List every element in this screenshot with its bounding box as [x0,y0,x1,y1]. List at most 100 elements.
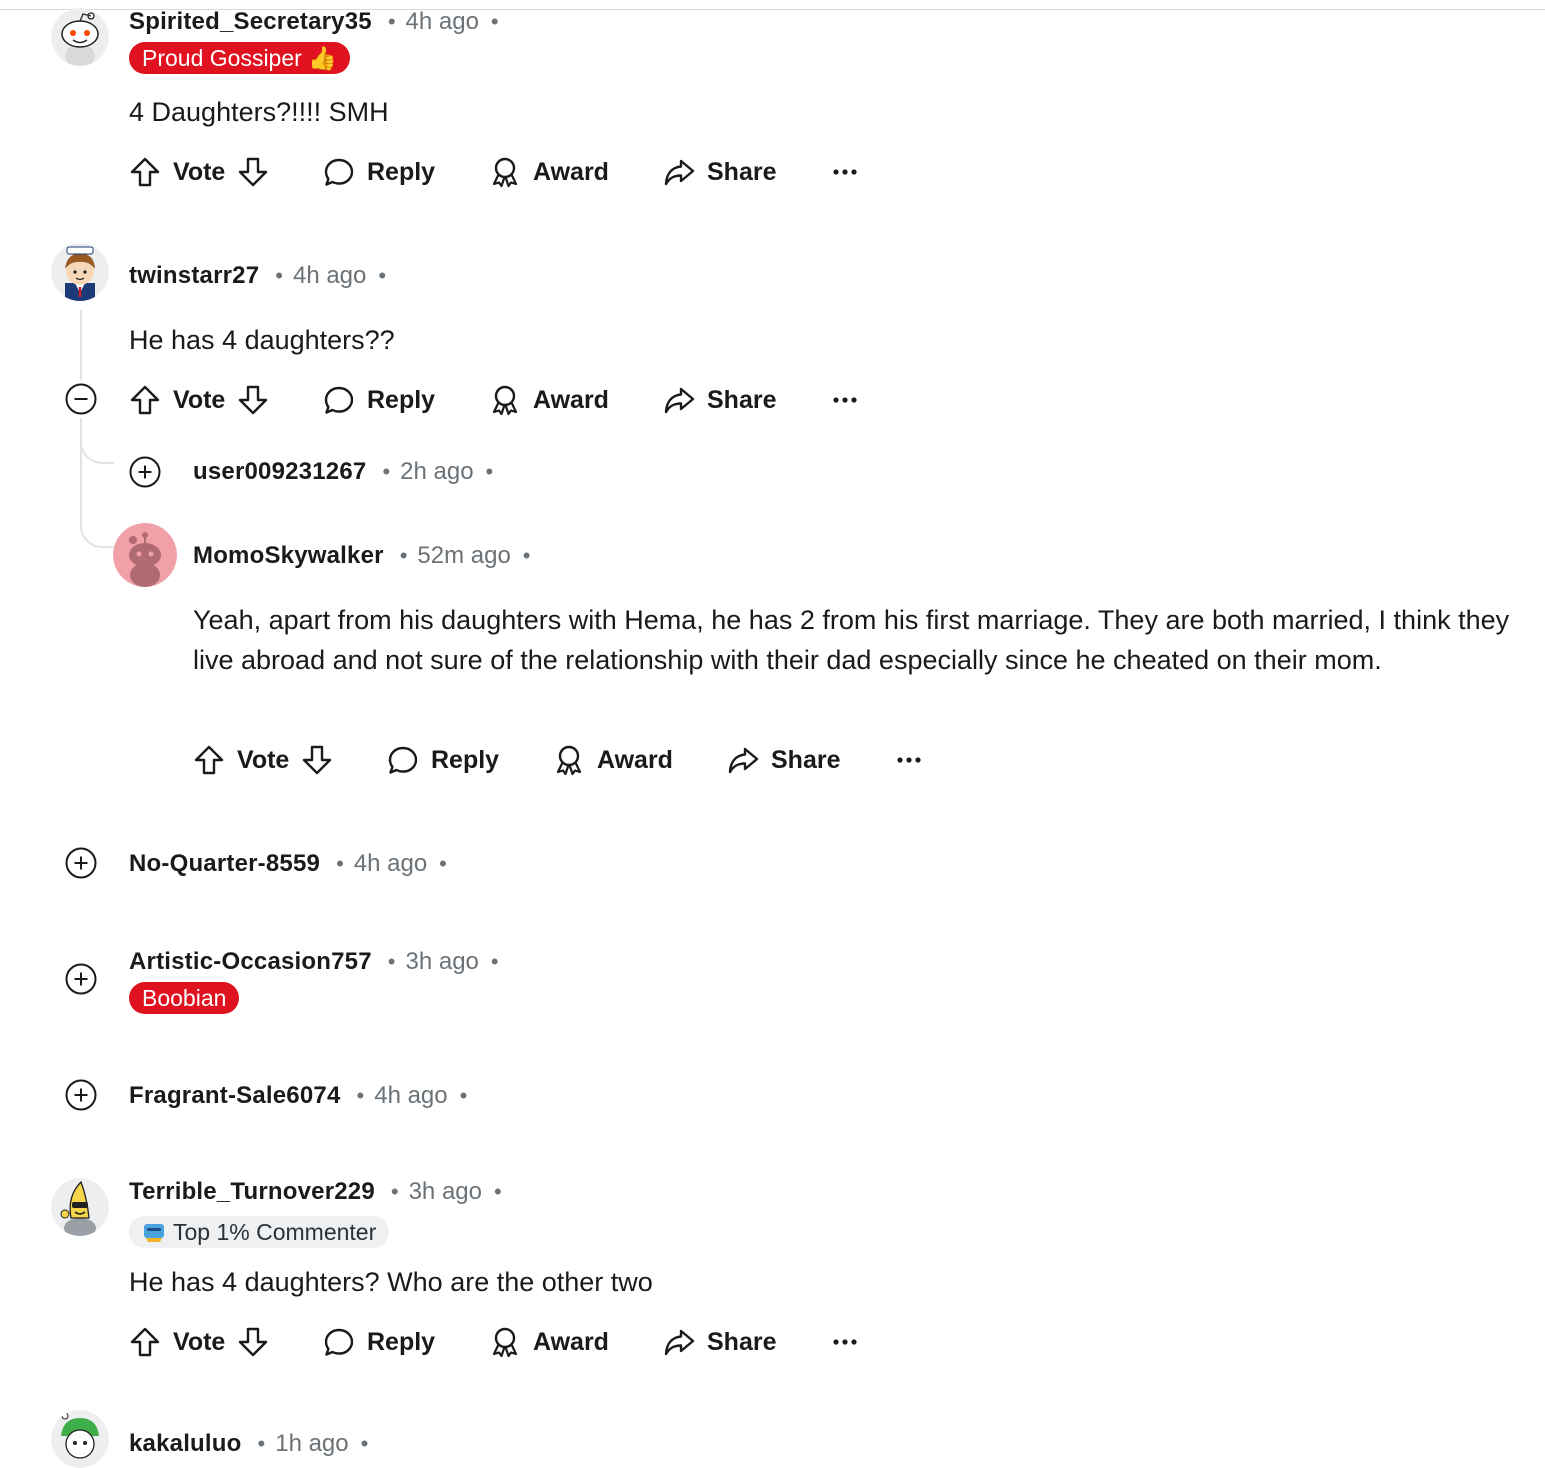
share-button[interactable]: Share [663,380,776,420]
vote-label: Vote [173,385,226,414]
award-button[interactable]: Award [553,740,673,780]
separator-dot: • [459,1083,468,1108]
author-name[interactable]: MomoSkywalker [193,542,384,570]
more-options-button[interactable] [831,152,859,192]
reply-label: Reply [367,385,436,414]
award-button[interactable]: Award [489,380,609,420]
downvote-icon[interactable] [301,744,333,776]
separator-dot: • [493,1179,502,1204]
downvote-icon[interactable] [237,384,269,416]
share-button[interactable]: Share [663,152,776,192]
author-name[interactable]: Spirited_Secretary35 [129,8,372,36]
comment-meta: MomoSkywalker • 52m ago • [193,541,531,571]
avatar[interactable] [51,1178,109,1236]
timestamp[interactable]: 4h ago [293,262,366,290]
timestamp[interactable]: 4h ago [406,8,479,36]
award-label: Award [533,157,609,186]
more-options-button[interactable] [831,1322,859,1362]
comment-meta: Terrible_Turnover229 • 3h ago • [129,1177,502,1207]
avatar[interactable] [51,243,109,301]
separator-dot: • [275,263,283,288]
upvote-icon[interactable] [193,744,225,776]
author-name[interactable]: Fragrant-Sale6074 [129,1082,341,1110]
award-label: Award [533,385,609,414]
upvote-icon[interactable] [129,156,161,188]
reply-label: Reply [367,157,436,186]
reply-label: Reply [431,745,500,774]
award-button[interactable]: Award [489,152,609,192]
award-button[interactable]: Award [489,1322,609,1362]
award-label: Award [533,1327,609,1356]
share-label: Share [707,1327,777,1356]
timestamp[interactable]: 3h ago [409,1178,482,1206]
share-icon [663,156,695,188]
reply-button[interactable]: Reply [323,1322,435,1362]
share-icon [727,744,759,776]
timestamp[interactable]: 1h ago [275,1430,348,1458]
thread-line[interactable] [80,310,82,380]
share-label: Share [771,745,841,774]
downvote-icon[interactable] [237,156,269,188]
comment-body: Yeah, apart from his daughters with Hema… [193,605,1510,675]
upvote-icon[interactable] [129,1326,161,1358]
downvote-icon[interactable] [237,1326,269,1358]
expand-icon [65,963,97,995]
award-icon [553,744,585,776]
timestamp[interactable]: 2h ago [400,458,473,486]
avatar[interactable] [51,1410,109,1468]
timestamp[interactable]: 3h ago [405,948,478,976]
more-options-button[interactable] [831,380,859,420]
vote-group: Vote [129,1322,269,1362]
more-options-button[interactable] [895,740,923,780]
award-label: Award [597,745,673,774]
reply-bubble-icon [323,384,355,416]
expand-thread-button[interactable] [65,1079,97,1111]
separator-dot: • [439,851,447,876]
collapse-thread-button[interactable] [65,383,97,415]
more-icon [831,1337,859,1347]
separator-dot: • [490,949,499,974]
expand-icon [65,1079,97,1111]
reply-bubble-icon [323,1326,355,1358]
upvote-icon[interactable] [129,384,161,416]
author-name[interactable]: Artistic-Occasion757 [129,948,372,976]
share-button[interactable]: Share [663,1322,776,1362]
author-name[interactable]: No-Quarter-8559 [129,850,320,878]
expand-thread-button[interactable] [129,456,161,488]
vote-group: Vote [129,380,269,420]
share-label: Share [707,385,777,414]
comment-meta: Spirited_Secretary35 • 4h ago • [129,7,499,37]
snoo-avatar-icon [51,8,109,66]
timestamp[interactable]: 4h ago [354,850,427,878]
comment-body: He has 4 daughters? Who are the other tw… [129,1267,653,1297]
author-name[interactable]: user009231267 [193,458,366,486]
comment-meta: Artistic-Occasion757 • 3h ago • [129,947,499,977]
separator-dot: • [387,9,396,34]
avatar[interactable] [113,523,177,587]
comment-body: 4 Daughters?!!!! SMH [129,97,389,127]
expand-thread-button[interactable] [65,847,97,879]
author-name[interactable]: Terrible_Turnover229 [129,1178,375,1206]
reply-button[interactable]: Reply [323,380,435,420]
timestamp[interactable]: 4h ago [374,1082,447,1110]
green-hat-avatar-icon [51,1410,109,1468]
share-button[interactable]: Share [727,740,840,780]
separator-dot: • [382,459,391,484]
reply-label: Reply [367,1327,436,1356]
user-flair: Proud Gossiper 👍 [129,42,350,74]
top-commenter-icon [144,1224,164,1242]
timestamp[interactable]: 52m ago [417,542,510,570]
author-name[interactable]: kakaluluo [129,1430,242,1458]
comment-body: He has 4 daughters?? [129,325,395,355]
reply-bubble-icon [323,156,355,188]
thread-branch [80,418,114,464]
vote-label: Vote [237,745,290,774]
vote-label: Vote [173,157,226,186]
expand-thread-button[interactable] [65,963,97,995]
reply-button[interactable]: Reply [387,740,499,780]
author-name[interactable]: twinstarr27 [129,262,259,290]
expand-icon [65,847,97,879]
avatar[interactable] [51,8,109,66]
separator-dot: • [485,459,494,484]
reply-button[interactable]: Reply [323,152,435,192]
